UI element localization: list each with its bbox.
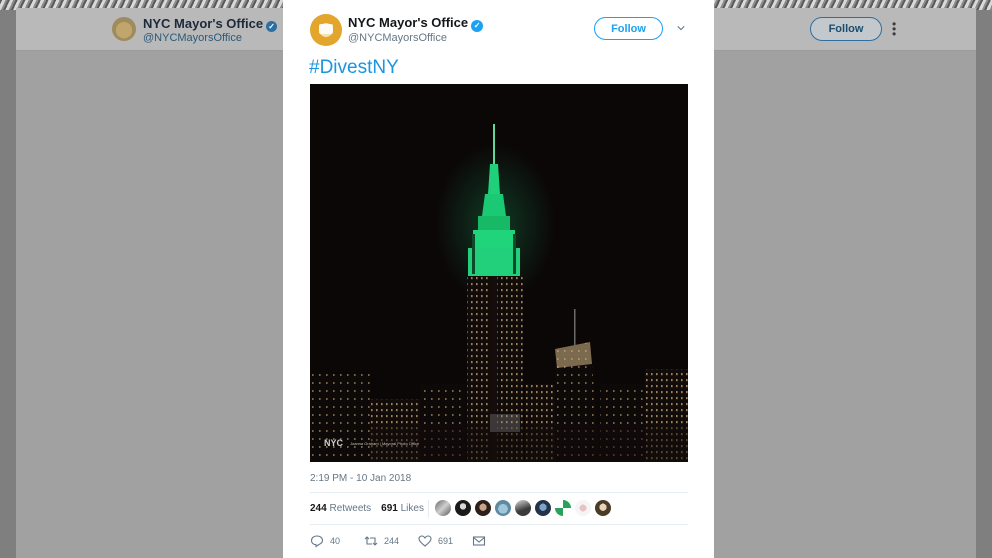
chevron-down-icon[interactable]	[677, 24, 685, 32]
account-name-text[interactable]: NYC Mayor's Office	[348, 15, 468, 30]
tweet-photo[interactable]: NYC Joanna Graham | Mayoral Photo Office	[310, 84, 688, 462]
follow-button[interactable]: Follow	[594, 17, 663, 40]
divider	[310, 492, 688, 493]
liker-avatar[interactable]	[495, 500, 511, 516]
liker-avatar[interactable]	[455, 500, 471, 516]
retweets-stat[interactable]: 244 Retweets	[310, 503, 371, 514]
liker-avatar[interactable]	[475, 500, 491, 516]
likes-stat[interactable]: 691 Likes	[381, 503, 424, 514]
liker-avatar[interactable]	[575, 500, 591, 516]
tweet-timestamp[interactable]: 2:19 PM - 10 Jan 2018	[310, 473, 411, 484]
background-handle: @NYCMayorsOffice	[143, 32, 242, 44]
background-follow-button[interactable]: Follow	[810, 17, 882, 41]
verified-icon: ✓	[266, 21, 278, 32]
retweets-count: 244	[310, 503, 327, 514]
liker-avatar[interactable]	[595, 500, 611, 516]
likes-count: 691	[381, 503, 398, 514]
liker-avatars	[428, 500, 611, 518]
liker-avatar[interactable]	[555, 500, 571, 516]
liker-avatar[interactable]	[515, 500, 531, 516]
photo-logo: NYC	[324, 438, 344, 448]
photo-credit: Joanna Graham | Mayoral Photo Office	[350, 441, 420, 446]
background-account-name: NYC Mayor's Office ✓	[143, 16, 278, 32]
liker-avatar[interactable]	[535, 500, 551, 516]
divider	[310, 524, 688, 525]
account-handle[interactable]: @NYCMayorsOffice	[348, 32, 447, 44]
tweet-card: NYC Mayor's Office ✓ @NYCMayorsOffice Fol…	[283, 0, 714, 558]
retweet-count: 244	[384, 536, 400, 546]
retweet-icon	[364, 536, 378, 546]
reply-icon	[310, 535, 324, 548]
reply-count: 40	[330, 536, 341, 546]
tweet-hashtag[interactable]: #DivestNY	[309, 57, 399, 79]
liker-avatar[interactable]	[435, 500, 451, 516]
more-vertical-icon[interactable]: • • •	[892, 18, 896, 40]
like-count: 691	[438, 536, 454, 546]
envelope-icon	[472, 536, 486, 546]
avatar[interactable]	[310, 14, 342, 46]
background-account-name-text: NYC Mayor's Office	[143, 16, 264, 31]
tweet-stats: 244 Retweets 691 Likes	[310, 503, 424, 514]
retweets-label: Retweets	[329, 503, 372, 514]
likes-label: Likes	[400, 503, 424, 514]
verified-icon: ✓	[471, 20, 484, 32]
account-name[interactable]: NYC Mayor's Office ✓	[348, 15, 484, 32]
empire-state-photo	[310, 84, 688, 462]
background-avatar	[112, 17, 136, 41]
heart-icon	[418, 535, 432, 547]
